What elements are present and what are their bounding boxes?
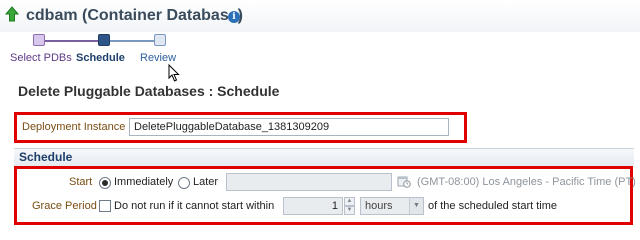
train-step-review-node[interactable] <box>154 34 166 46</box>
grace-period-checkbox[interactable] <box>99 200 111 212</box>
chevron-down-icon[interactable]: ▼ <box>409 198 423 214</box>
grace-period-suffix: of the scheduled start time <box>428 200 558 212</box>
page-title: Delete Pluggable Databases : Schedule <box>18 83 280 99</box>
start-later-datetime-input[interactable] <box>226 173 392 191</box>
grace-period-checkbox-label[interactable]: Do not run if it cannot start within <box>114 200 274 212</box>
database-title: cdbam (Container Database) <box>26 7 243 24</box>
deployment-instance-label: Deployment Instance <box>22 121 126 133</box>
grace-period-value-input[interactable] <box>283 197 343 215</box>
train-step-review[interactable]: Review <box>140 52 176 64</box>
start-immediately-radio[interactable] <box>99 177 111 189</box>
start-later-label[interactable]: Later <box>193 176 218 188</box>
info-icon[interactable]: i <box>228 11 240 23</box>
deployment-instance-input[interactable] <box>129 118 449 136</box>
grace-decrement-button[interactable]: ▼ <box>344 206 355 215</box>
train-step-select-pdbs-node[interactable] <box>33 34 45 46</box>
schedule-section-title: Schedule <box>19 150 73 164</box>
train-step-schedule: Schedule <box>76 52 125 64</box>
grace-unit-value: hours <box>365 200 393 212</box>
up-arrow-icon[interactable] <box>5 6 19 22</box>
train-connector-future <box>110 40 154 42</box>
train-step-select-pdbs[interactable]: Select PDBs <box>10 52 72 64</box>
calendar-icon[interactable] <box>397 174 411 188</box>
start-label: Start <box>69 176 93 188</box>
start-later-radio[interactable] <box>178 177 190 189</box>
grace-period-label: Grace Period <box>32 200 97 212</box>
schedule-section-header <box>14 148 634 166</box>
timezone-label: (GMT-08:00) Los Angeles - Pacific Time (… <box>417 176 636 188</box>
grace-increment-button[interactable]: ▲ <box>344 197 355 206</box>
start-immediately-label[interactable]: Immediately <box>114 176 173 188</box>
mouse-cursor-icon <box>168 64 180 82</box>
train-connector-done <box>45 40 98 42</box>
train-step-schedule-node <box>98 34 110 46</box>
